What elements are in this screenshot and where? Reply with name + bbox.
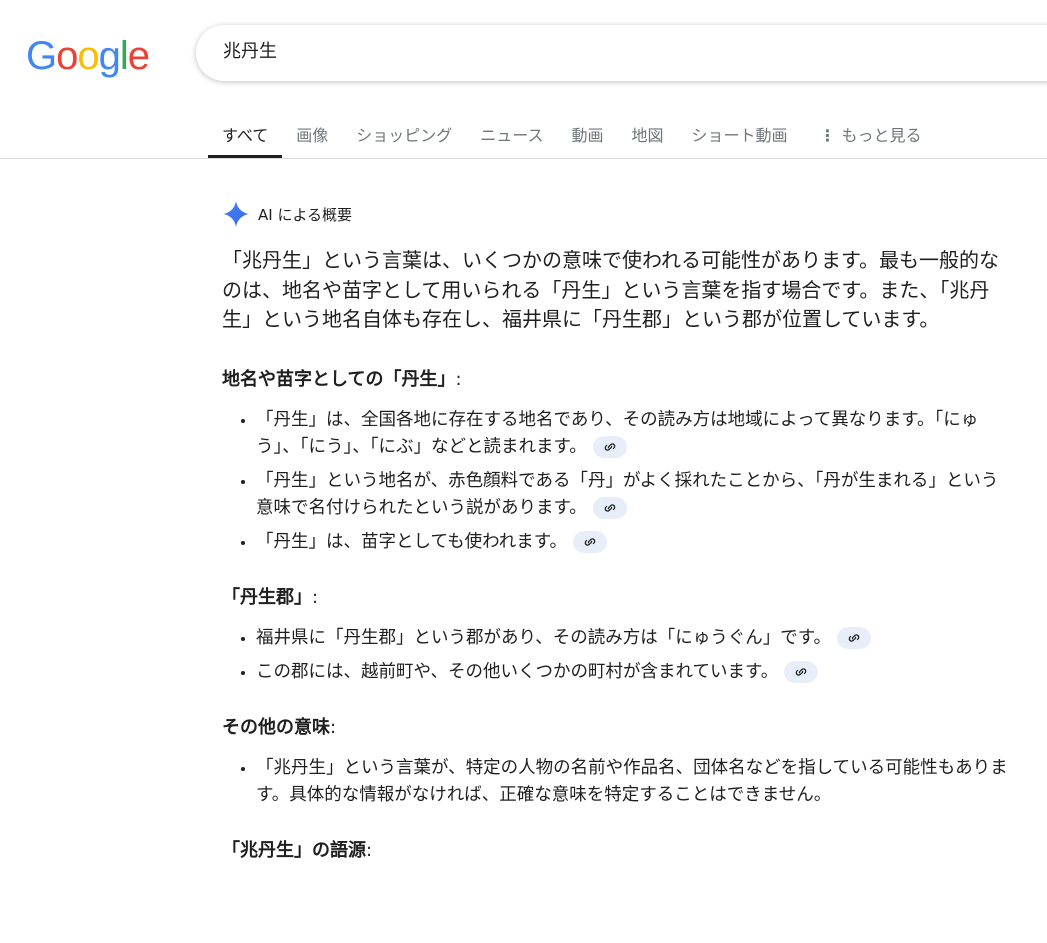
tab-images[interactable]: 画像 — [296, 116, 328, 158]
tab-shopping[interactable]: ショッピング — [356, 116, 452, 158]
list-item: この郡には、越前町や、その他いくつかの町村が含まれています。 — [256, 659, 1012, 686]
source-link-button[interactable] — [592, 496, 627, 519]
ai-overview-content: 「兆丹生」という言葉は、いくつかの意味で使われる可能性があります。最も一般的なの… — [222, 246, 1012, 864]
link-icon — [604, 503, 616, 512]
source-link-button[interactable] — [572, 530, 607, 553]
section-heading: 地名や苗字としての「丹生」: — [222, 367, 1012, 393]
tab-label: 画像 — [296, 126, 329, 145]
ai-overview-label: AI による概要 — [258, 205, 353, 224]
tab-label: 地図 — [631, 126, 664, 145]
source-link-button[interactable] — [784, 660, 819, 683]
search-tabs: すべて 画像 ショッピング ニュース 動画 地図 ショート動画 ⋮ もっと見る — [208, 116, 950, 158]
logo-letter: g — [98, 34, 121, 78]
heading-colon: : — [366, 839, 373, 861]
list-item: 「丹生」は、苗字としても使われます。 — [256, 529, 1012, 556]
heading-colon: : — [330, 716, 337, 738]
tab-label: 動画 — [571, 126, 604, 145]
google-logo[interactable]: Google — [26, 34, 150, 78]
logo-letter: G — [26, 34, 57, 78]
section-heading: その他の意味: — [222, 715, 1012, 741]
tab-all[interactable]: すべて — [208, 116, 283, 158]
list-item: 「兆丹生」という言葉が、特定の人物の名前や作品名、団体名などを指している可能性も… — [256, 755, 1012, 809]
tab-label: ニュース — [480, 126, 544, 145]
link-icon — [848, 633, 860, 642]
tab-news[interactable]: ニュース — [480, 116, 543, 158]
list-item: 福井県に「丹生郡」という郡があり、その読み方は「にゅうぐん」です。 — [256, 625, 1012, 652]
gemini-sparkle-icon — [223, 201, 249, 227]
tab-short-videos[interactable]: ショート動画 — [692, 116, 788, 158]
logo-letter: o — [77, 34, 99, 78]
bullet-list: 「丹生」は、全国各地に存在する地名であり、その読み方は地域によって異なります。「… — [222, 407, 1012, 556]
list-item-text: 「兆丹生」という言葉が、特定の人物の名前や作品名、団体名などを指している可能性も… — [256, 757, 1008, 805]
tab-videos[interactable]: 動画 — [571, 116, 603, 158]
section-heading: 「丹生郡」: — [222, 585, 1012, 611]
bullet-list: 「兆丹生」という言葉が、特定の人物の名前や作品名、団体名などを指している可能性も… — [222, 755, 1012, 809]
more-vert-icon: ⋮ — [819, 126, 836, 145]
tab-label: もっと見る — [841, 126, 922, 145]
list-item-text: 福井県に「丹生郡」という郡があり、その読み方は「にゅうぐん」です。 — [256, 627, 832, 648]
heading-colon: : — [455, 368, 462, 390]
tab-more[interactable]: ⋮ もっと見る — [820, 116, 922, 158]
section-heading-text: 「兆丹生」の語源 — [222, 839, 366, 861]
search-box[interactable] — [196, 25, 1047, 81]
section-heading-text: 「丹生郡」 — [222, 586, 312, 608]
source-link-button[interactable] — [592, 435, 627, 458]
search-input[interactable] — [223, 39, 923, 60]
list-item: 「丹生」という地名が、赤色顔料である「丹」がよく採れたことから、「丹が生まれる」… — [256, 468, 1012, 522]
section-heading-text: 地名や苗字としての「丹生」 — [222, 368, 456, 390]
tab-label: ショート動画 — [691, 126, 788, 145]
link-icon — [795, 667, 807, 676]
list-item-text: 「丹生」という地名が、赤色顔料である「丹」がよく採れたことから、「丹が生まれる」… — [256, 470, 999, 518]
ai-overview-header: AI による概要 — [222, 200, 352, 228]
section-heading: 「兆丹生」の語源: — [222, 838, 1012, 864]
link-icon — [604, 442, 616, 451]
tab-maps[interactable]: 地図 — [632, 116, 664, 158]
tab-label: すべて — [222, 126, 269, 145]
list-item-text: 「丹生」は、苗字としても使われます。 — [256, 531, 567, 552]
section-heading-text: その他の意味 — [222, 716, 330, 738]
tab-label: ショッピング — [356, 126, 453, 145]
logo-letter: e — [127, 34, 150, 78]
tabs-divider — [0, 158, 1047, 159]
link-icon — [584, 537, 596, 546]
list-item-text: この郡には、越前町や、その他いくつかの町村が含まれています。 — [256, 661, 779, 682]
ai-overview-intro: 「兆丹生」という言葉は、いくつかの意味で使われる可能性があります。最も一般的なの… — [222, 248, 999, 331]
source-link-button[interactable] — [837, 626, 872, 649]
logo-letter: o — [56, 34, 78, 78]
bullet-list: 福井県に「丹生郡」という郡があり、その読み方は「にゅうぐん」です。 この郡には、… — [222, 625, 1012, 686]
list-item: 「丹生」は、全国各地に存在する地名であり、その読み方は地域によって異なります。「… — [256, 407, 1012, 461]
heading-colon: : — [312, 586, 319, 608]
logo-letter: l — [119, 34, 129, 78]
